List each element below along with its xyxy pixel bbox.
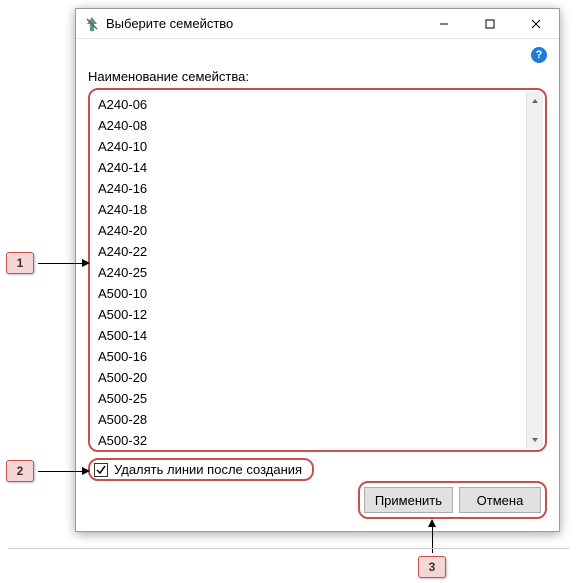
titlebar: Выберите семейство [76, 9, 559, 39]
callout-1: 1 [6, 252, 34, 274]
list-item[interactable]: A240-22 [96, 241, 543, 262]
page-baseline [8, 548, 569, 549]
list-item[interactable]: A240-16 [96, 178, 543, 199]
list-item[interactable]: A500-10 [96, 283, 543, 304]
callout-1-arrowhead [82, 259, 90, 267]
family-listbox[interactable]: A240-06A240-08A240-10A240-14A240-16A240-… [94, 92, 543, 448]
app-icon [84, 16, 100, 32]
scroll-track[interactable] [527, 109, 543, 431]
family-list-highlight: A240-06A240-08A240-10A240-14A240-16A240-… [88, 88, 547, 452]
callout-2-arrow [38, 471, 82, 472]
minimize-button[interactable] [421, 9, 467, 39]
delete-lines-checkbox[interactable] [94, 463, 108, 477]
list-item[interactable]: A240-14 [96, 157, 543, 178]
scrollbar[interactable] [526, 92, 543, 448]
callout-1-arrow [38, 263, 82, 264]
checkbox-label: Удалять линии после создания [114, 462, 302, 477]
maximize-button[interactable] [467, 9, 513, 39]
cancel-button[interactable]: Отмена [459, 487, 541, 513]
callout-3-arrow [432, 527, 433, 553]
list-item[interactable]: A240-18 [96, 199, 543, 220]
callout-2-arrowhead [82, 467, 90, 475]
list-item[interactable]: A240-25 [96, 262, 543, 283]
button-row-highlight: Применить Отмена [358, 481, 547, 519]
checkbox-highlight: Удалять линии после создания [88, 458, 314, 481]
help-icon[interactable]: ? [531, 47, 547, 63]
list-item[interactable]: A500-20 [96, 367, 543, 388]
list-item[interactable]: A240-08 [96, 115, 543, 136]
list-item[interactable]: A500-25 [96, 388, 543, 409]
callout-2: 2 [6, 460, 34, 482]
list-item[interactable]: A500-32 [96, 430, 543, 448]
callout-3: 3 [418, 556, 446, 578]
list-label: Наименование семейства: [88, 69, 547, 84]
window-title: Выберите семейство [106, 16, 233, 31]
list-item[interactable]: A500-16 [96, 346, 543, 367]
close-button[interactable] [513, 9, 559, 39]
scroll-down-button[interactable] [527, 431, 543, 448]
list-item[interactable]: A240-20 [96, 220, 543, 241]
list-item[interactable]: A500-14 [96, 325, 543, 346]
scroll-up-button[interactable] [527, 92, 543, 109]
list-item[interactable]: A240-10 [96, 136, 543, 157]
dialog-window: Выберите семейство ? Наименование семейс… [75, 8, 560, 532]
list-item[interactable]: A500-12 [96, 304, 543, 325]
client-area: ? Наименование семейства: A240-06A240-08… [76, 39, 559, 531]
apply-button[interactable]: Применить [364, 487, 453, 513]
list-item[interactable]: A240-06 [96, 94, 543, 115]
list-item[interactable]: A500-28 [96, 409, 543, 430]
callout-3-arrowhead [428, 519, 436, 527]
